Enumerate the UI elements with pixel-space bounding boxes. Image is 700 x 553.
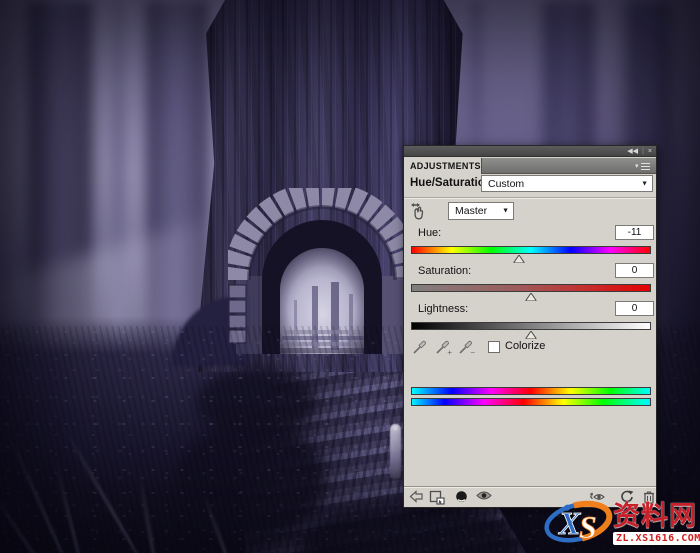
- logo-letter-x: X: [558, 505, 581, 541]
- panel-menu-button[interactable]: ▾: [635, 161, 653, 171]
- screenshot-root: ◀◀ | × ADJUSTMENTS ▾ Hue/Saturation Cust…: [0, 0, 700, 553]
- layer-visibility-circle-icon[interactable]: [455, 490, 471, 505]
- minus-sign: −: [470, 349, 475, 357]
- plus-sign: +: [447, 349, 452, 357]
- adjustments-panel: ◀◀ | × ADJUSTMENTS ▾ Hue/Saturation Cust…: [403, 145, 657, 508]
- chevron-down-icon: ▼: [641, 180, 648, 187]
- tab-adjustments[interactable]: ADJUSTMENTS: [404, 158, 482, 174]
- panel-titlebar: ◀◀ | ×: [404, 146, 656, 157]
- adjustment-title: Hue/Saturation: [410, 177, 492, 189]
- divider: [404, 486, 656, 488]
- panel-tab-strip: ADJUSTMENTS ▾: [404, 158, 656, 174]
- divider: [404, 197, 656, 199]
- hue-slider-track[interactable]: [411, 246, 651, 254]
- channel-value: Master: [455, 205, 487, 217]
- xs-logo: X S: [541, 494, 615, 550]
- titlebar-divider: |: [642, 148, 644, 155]
- add-to-sample-eyedropper-icon[interactable]: +: [435, 338, 451, 355]
- preset-value: Custom: [488, 178, 524, 190]
- saturation-slider-track[interactable]: [411, 284, 651, 292]
- channel-dropdown[interactable]: Master ▼: [448, 202, 514, 220]
- tiny-figure: [390, 424, 401, 478]
- spectrum-ramp-adjusted: [411, 398, 651, 406]
- toggle-visibility-eye-icon[interactable]: [476, 490, 492, 505]
- return-to-adjustment-list-button[interactable]: [409, 490, 425, 505]
- logo-letter-s: S: [579, 509, 597, 545]
- lightness-label: Lightness:: [418, 303, 468, 315]
- lightness-value-input[interactable]: [615, 301, 654, 316]
- colorize-checkbox[interactable]: [488, 341, 500, 353]
- menu-lines-icon: [641, 163, 650, 170]
- hue-value-input[interactable]: [615, 225, 654, 240]
- preset-dropdown[interactable]: Custom ▼: [481, 175, 653, 192]
- tab-label: ADJUSTMENTS: [410, 161, 481, 171]
- clip-to-layer-button[interactable]: [429, 490, 445, 505]
- watermark-site-url: ZL.XS1616.COM: [613, 532, 700, 545]
- saturation-slider-thumb[interactable]: [526, 293, 537, 301]
- saturation-value-input[interactable]: [615, 263, 654, 278]
- lightness-slider-track[interactable]: [411, 322, 651, 330]
- menu-arrow-icon: ▾: [635, 162, 639, 170]
- close-panel-icon[interactable]: ×: [648, 148, 652, 155]
- hue-slider-thumb[interactable]: [514, 255, 525, 263]
- watermark-site-name: 资料网: [613, 494, 697, 533]
- colorize-label: Colorize: [505, 340, 545, 352]
- collapse-panel-icon[interactable]: ◀◀: [627, 148, 638, 155]
- subtract-from-sample-eyedropper-icon[interactable]: −: [458, 338, 474, 355]
- saturation-label: Saturation:: [418, 265, 471, 277]
- targeted-adjustment-tool-icon[interactable]: [409, 201, 430, 221]
- lightness-slider-thumb[interactable]: [526, 331, 537, 339]
- site-watermark: X S 资料网 ZL.XS1616.COM: [541, 492, 699, 552]
- spectrum-ramp-original: [411, 387, 651, 395]
- chevron-down-icon: ▼: [502, 208, 509, 215]
- hue-label: Hue:: [418, 227, 441, 239]
- eyedropper-icon[interactable]: [412, 338, 428, 355]
- eyedropper-group: + −: [412, 338, 474, 355]
